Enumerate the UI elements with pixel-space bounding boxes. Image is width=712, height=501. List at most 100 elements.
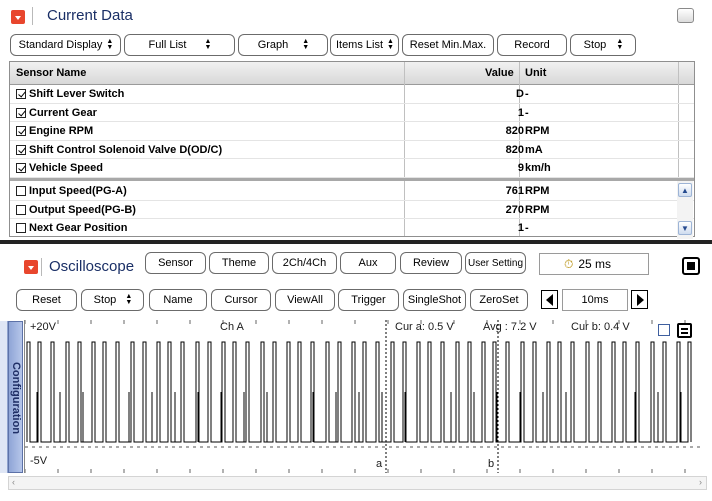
table-row[interactable]: Next Gear Position 1 - bbox=[10, 219, 694, 236]
checkbox[interactable] bbox=[16, 89, 26, 99]
table-row[interactable]: Vehicle Speed 9 km/h bbox=[10, 159, 694, 178]
right-arrow-icon[interactable] bbox=[631, 290, 648, 309]
column-header-unit: Unit bbox=[525, 67, 547, 79]
timebase-readout: 10ms bbox=[562, 289, 628, 311]
sensor-button[interactable]: Sensor bbox=[145, 252, 206, 274]
scroll-up-icon[interactable]: ▲ bbox=[678, 183, 692, 197]
waveform-canvas bbox=[25, 320, 701, 473]
oscilloscope-panel: Oscilloscope Sensor Theme 2Ch/4Ch Aux Re… bbox=[0, 244, 712, 501]
sensor-name: Vehicle Speed bbox=[29, 162, 103, 174]
sensor-unit: km/h bbox=[525, 162, 551, 174]
scroll-right-icon[interactable]: › bbox=[699, 477, 702, 487]
zero-set-button[interactable]: ZeroSet bbox=[470, 289, 528, 311]
configuration-tab-label: Configuration bbox=[10, 361, 22, 435]
user-setting-button[interactable]: User Setting bbox=[465, 252, 526, 274]
chevron-updown-icon: ▲ ▼ bbox=[204, 38, 212, 51]
sensor-name: Current Gear bbox=[29, 106, 97, 119]
cursor-a-readout: Cur a: 0.5 V bbox=[395, 321, 454, 333]
sensor-unit: RPM bbox=[525, 185, 550, 197]
theme-button[interactable]: Theme bbox=[209, 252, 269, 274]
sensor-name: Engine RPM bbox=[29, 125, 94, 137]
time-readout-value: 25 ms bbox=[578, 257, 612, 271]
column-header-sensor-name: Sensor Name bbox=[16, 67, 87, 79]
table-scrollbar[interactable]: ▲ ▼ bbox=[677, 181, 693, 239]
graph-select[interactable]: Graph ▲ ▼ bbox=[238, 34, 328, 56]
name-button[interactable]: Name bbox=[149, 289, 207, 311]
review-button[interactable]: Review bbox=[400, 252, 462, 274]
oscilloscope-title: Oscilloscope bbox=[49, 258, 135, 275]
sensor-value: 1 bbox=[517, 222, 524, 234]
menu-lines-icon[interactable] bbox=[677, 323, 692, 338]
table-row[interactable]: Input Speed(PG-A) 761 RPM bbox=[10, 182, 694, 201]
aux-button[interactable]: Aux bbox=[340, 252, 396, 274]
channel-mode-button[interactable]: 2Ch/4Ch bbox=[272, 252, 337, 274]
reset-min-max-button[interactable]: Reset Min.Max. bbox=[402, 34, 494, 56]
stop-square-icon[interactable] bbox=[682, 257, 700, 275]
table-row[interactable]: Output Speed(PG-B) 270 RPM bbox=[10, 201, 694, 219]
standard-display-label: Standard Display bbox=[18, 39, 103, 51]
stop-mode-label: Stop bbox=[93, 294, 117, 306]
cursor-b-label: b bbox=[488, 458, 495, 470]
channel-toggle-icon[interactable] bbox=[658, 324, 670, 336]
full-list-label: Full List bbox=[148, 39, 187, 51]
current-data-panel: Current Data Standard Display ▲ ▼ Full Li… bbox=[0, 0, 712, 240]
sensor-unit: RPM bbox=[525, 203, 550, 216]
cursor-button[interactable]: Cursor bbox=[211, 289, 271, 311]
standard-display-select[interactable]: Standard Display ▲ ▼ bbox=[10, 34, 121, 56]
graph-label: Graph bbox=[257, 39, 289, 51]
sensor-unit: - bbox=[525, 88, 529, 100]
checkbox[interactable] bbox=[16, 144, 26, 155]
items-list-label: Items List bbox=[335, 39, 384, 51]
table-row[interactable]: Current Gear 1 - bbox=[10, 104, 694, 122]
stop-mode-select[interactable]: Stop ▲ ▼ bbox=[81, 289, 144, 311]
sensor-unit: RPM bbox=[525, 125, 550, 137]
cursor-a-label: a bbox=[376, 458, 383, 470]
checkbox[interactable] bbox=[16, 223, 26, 233]
stop-label: Stop bbox=[583, 39, 607, 51]
sensor-name: Shift Lever Switch bbox=[29, 88, 125, 100]
reset-button[interactable]: Reset bbox=[16, 289, 77, 311]
full-list-select[interactable]: Full List ▲ ▼ bbox=[124, 34, 235, 56]
collapse-arrow-icon[interactable] bbox=[11, 10, 25, 24]
trigger-button[interactable]: Trigger bbox=[338, 289, 399, 311]
sensor-value: D bbox=[516, 88, 524, 100]
title-separator bbox=[41, 258, 42, 276]
plot-horizontal-scrollbar[interactable]: ‹ › bbox=[8, 476, 707, 490]
sensor-data-table: Sensor Name Value Unit Shift Lever Switc… bbox=[9, 61, 695, 237]
configuration-tab[interactable]: Configuration bbox=[8, 321, 23, 473]
checkbox[interactable] bbox=[16, 126, 26, 136]
channel-a-trace bbox=[26, 341, 692, 443]
view-all-button[interactable]: ViewAll bbox=[275, 289, 335, 311]
chevron-updown-icon: ▲ ▼ bbox=[125, 293, 133, 306]
chevron-updown-icon: ▲ ▼ bbox=[387, 38, 394, 51]
scroll-left-icon[interactable]: ‹ bbox=[12, 477, 15, 487]
sensor-value: 820 bbox=[505, 143, 524, 156]
table-row[interactable]: Shift Control Solenoid Valve D(OD/C) 820… bbox=[10, 141, 694, 159]
sensor-name: Next Gear Position bbox=[29, 222, 128, 234]
items-list-select[interactable]: Items List ▲ ▼ bbox=[330, 34, 399, 56]
checkbox[interactable] bbox=[16, 107, 26, 118]
single-shot-button[interactable]: SingleShot bbox=[403, 289, 466, 311]
stopwatch-icon: ⏱ bbox=[564, 256, 574, 271]
sensor-value: 9 bbox=[517, 162, 524, 174]
collapse-arrow-icon[interactable] bbox=[24, 260, 38, 274]
sensor-unit: - bbox=[525, 222, 529, 234]
group-separator bbox=[10, 178, 694, 181]
table-row[interactable]: Shift Lever Switch D - bbox=[10, 85, 694, 104]
record-button[interactable]: Record bbox=[497, 34, 567, 56]
column-header-value: Value bbox=[485, 67, 514, 79]
left-arrow-icon[interactable] bbox=[541, 290, 558, 309]
sensor-name: Input Speed(PG-A) bbox=[29, 185, 127, 197]
maximize-icon[interactable] bbox=[677, 8, 694, 23]
table-row[interactable]: Engine RPM 820 RPM bbox=[10, 122, 694, 141]
oscilloscope-plot[interactable]: +20V Ch A Cur a: 0.5 V Avg : 7.2 V Cur b… bbox=[24, 320, 701, 473]
stop-select[interactable]: Stop ▲ ▼ bbox=[570, 34, 636, 56]
title-separator bbox=[32, 7, 33, 25]
average-readout: Avg : 7.2 V bbox=[483, 321, 537, 333]
time-readout: ⏱ 25 ms bbox=[539, 253, 649, 275]
checkbox[interactable] bbox=[16, 204, 26, 215]
checkbox[interactable] bbox=[16, 163, 26, 173]
current-data-title: Current Data bbox=[47, 7, 133, 24]
scroll-down-icon[interactable]: ▼ bbox=[678, 221, 692, 235]
checkbox[interactable] bbox=[16, 186, 26, 196]
